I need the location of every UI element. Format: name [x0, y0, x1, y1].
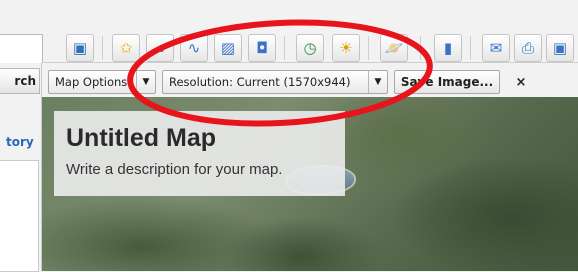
search-button[interactable]: rch: [0, 68, 40, 94]
add-placemark-icon[interactable]: ✩: [112, 34, 140, 62]
toolbar-divider: [470, 36, 471, 60]
main-toolbar: ▣ ✩ ▱ ∿ ▨ ◘ ◷ ☀ 🪐 ▮ ✉ ⎙ ▣: [0, 0, 578, 64]
add-path-icon: ∿: [187, 38, 201, 57]
save-image-icon: ▣: [552, 38, 568, 57]
places-panel: [0, 160, 39, 272]
chevron-down-icon: ▼: [136, 71, 155, 93]
email-icon[interactable]: ✉: [482, 34, 510, 62]
sunlight-icon[interactable]: ☀: [332, 34, 360, 62]
sunlight-icon: ☀: [339, 38, 353, 57]
print-icon[interactable]: ⎙: [514, 34, 542, 62]
save-image-icon[interactable]: ▣: [546, 34, 574, 62]
print-toolbar: Map Options ▼ Resolution: Current (1570x…: [42, 63, 578, 97]
toolbar-divider: [284, 36, 285, 60]
map-options-dropdown[interactable]: Map Options ▼: [48, 70, 156, 94]
chevron-down-icon: ▼: [368, 71, 387, 93]
add-polygon-icon[interactable]: ▱: [146, 34, 174, 62]
add-image-overlay-icon: ▨: [220, 38, 236, 57]
view-panel-icon: ▣: [72, 38, 88, 57]
view-panel-icon[interactable]: ▣: [66, 34, 94, 62]
switch-to-sky-icon[interactable]: 🪐: [380, 34, 408, 62]
ruler-icon[interactable]: ▮: [434, 34, 462, 62]
save-image-button[interactable]: Save Image...: [394, 70, 500, 94]
left-panel: rch tory: [0, 63, 42, 272]
email-icon: ✉: [489, 38, 503, 57]
ruler-icon: ▮: [443, 38, 453, 57]
add-polygon-icon: ▱: [154, 38, 166, 57]
toolbar-divider: [420, 36, 421, 60]
history-link[interactable]: tory: [6, 135, 34, 149]
resolution-label: Resolution: Current (1570x944): [169, 75, 351, 89]
close-icon[interactable]: ×: [512, 70, 530, 94]
record-tour-icon[interactable]: ◘: [248, 34, 276, 62]
search-input[interactable]: [0, 34, 43, 64]
resolution-dropdown[interactable]: Resolution: Current (1570x944) ▼: [162, 70, 388, 94]
historical-imagery-icon[interactable]: ◷: [296, 34, 324, 62]
add-placemark-icon: ✩: [119, 38, 133, 57]
toolbar-divider: [368, 36, 369, 60]
print-icon: ⎙: [521, 38, 534, 57]
switch-to-sky-icon: 🪐: [384, 38, 404, 57]
toolbar-divider: [102, 36, 103, 60]
map-options-label: Map Options: [55, 75, 128, 89]
add-image-overlay-icon[interactable]: ▨: [214, 34, 242, 62]
record-tour-icon: ◘: [256, 38, 268, 57]
map-view[interactable]: Untitled Map Write a description for you…: [42, 97, 578, 271]
add-path-icon[interactable]: ∿: [180, 34, 208, 62]
historical-imagery-icon: ◷: [303, 38, 317, 57]
map-info-box: Untitled Map Write a description for you…: [54, 111, 345, 196]
map-description[interactable]: Write a description for your map.: [66, 161, 333, 178]
map-title[interactable]: Untitled Map: [66, 124, 333, 153]
